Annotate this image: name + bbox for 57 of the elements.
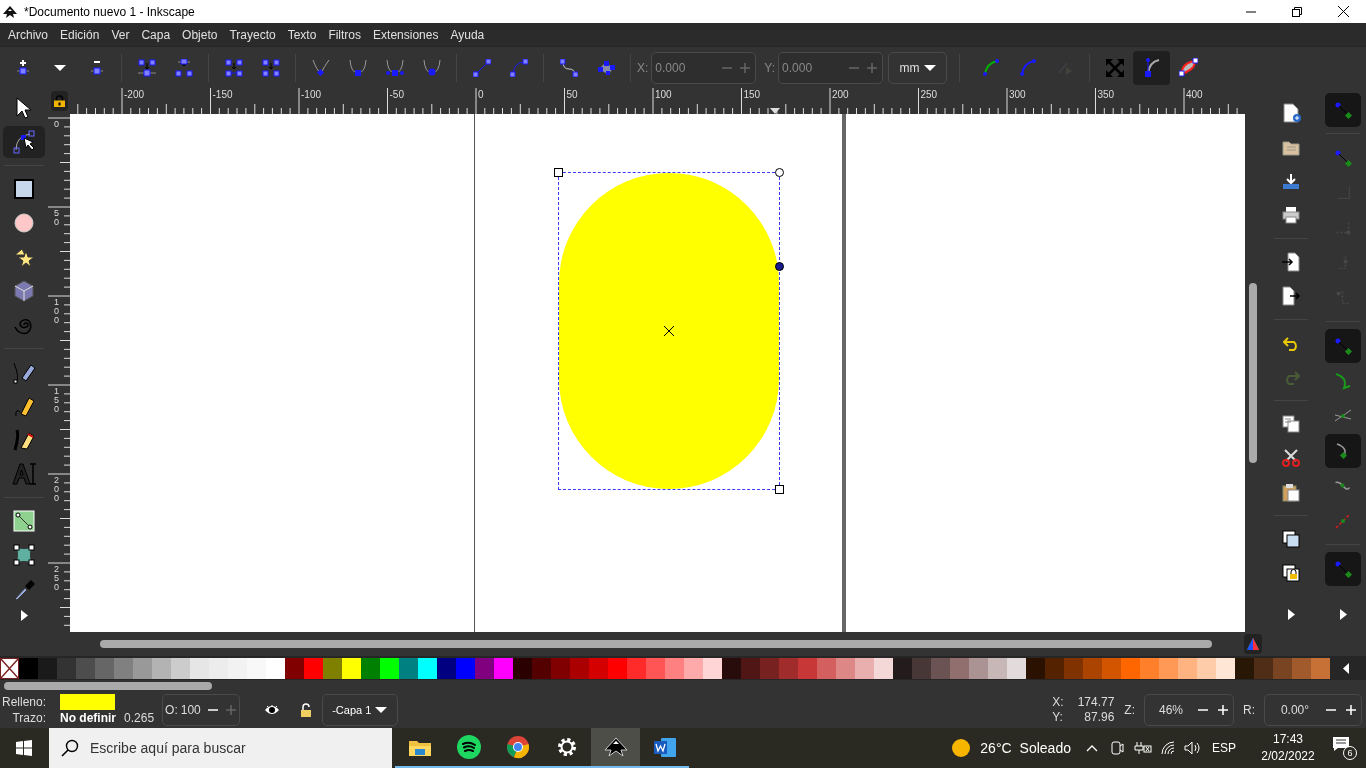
x-field[interactable]: 0.000: [651, 51, 757, 84]
ruler-label: 350: [1097, 89, 1115, 101]
window-title: *Documento nuevo 1 - Inkscape: [24, 3, 195, 21]
coordinate-label: Y:: [1052, 710, 1064, 725]
stroke-width: 0.265: [124, 710, 155, 726]
weather-label: Soleado: [1019, 738, 1071, 758]
y-field[interactable]: 0.000: [778, 51, 884, 84]
ruler-label: 100: [54, 298, 60, 325]
ruler-label: 50: [54, 209, 60, 227]
ruler-label: 250: [920, 89, 938, 101]
ruler-label: -100: [301, 89, 321, 101]
ruler-label: 100: [655, 89, 672, 101]
menu-item[interactable]: Edición: [54, 25, 106, 44]
menu-item[interactable]: Ayuda: [444, 25, 491, 44]
ruler-label: -200: [124, 89, 144, 101]
coordinate-label: X:: [1052, 695, 1064, 710]
stroke-value: No definir: [60, 710, 117, 726]
ruler-label: -50: [389, 89, 404, 101]
language-indicator[interactable]: ESP: [1212, 739, 1236, 757]
search-box[interactable]: Escribe aquí para buscar: [49, 728, 392, 768]
ruler-label: 300: [1009, 89, 1026, 101]
ruler-label: 150: [54, 387, 60, 414]
fill-label: Relleno:: [2, 694, 47, 710]
ruler-label: 0: [54, 120, 60, 129]
ruler-label: 400: [1186, 89, 1203, 101]
unit-dropdown[interactable]: mm: [888, 51, 948, 84]
ruler-label: 250: [54, 565, 60, 592]
ruler-label: 50: [566, 89, 578, 101]
ruler-label: 200: [54, 476, 60, 503]
clock-time[interactable]: 17:43: [1273, 731, 1303, 748]
stroke-label: Trazo:: [11, 710, 47, 726]
zoom-label: Z:: [1124, 702, 1135, 719]
y-label: Y:: [764, 59, 776, 77]
coordinate-value: 87.96: [1083, 710, 1115, 725]
zoom-field[interactable]: 46%: [1144, 694, 1234, 726]
ruler-label: -150: [212, 89, 233, 101]
opacity-field[interactable]: O: 100: [162, 694, 240, 726]
ruler-label: 150: [743, 89, 761, 101]
menu-item[interactable]: Capa: [135, 25, 177, 44]
menu-item[interactable]: Trayecto: [223, 25, 282, 44]
menu-item[interactable]: Extensiones: [367, 25, 445, 44]
notification-count: 6: [1343, 746, 1357, 760]
x-label: X:: [637, 59, 649, 77]
ruler-label: 200: [832, 89, 849, 101]
menu-item[interactable]: Texto: [281, 25, 323, 44]
menu-item[interactable]: Objeto: [176, 25, 224, 44]
coordinate-value: 174.77: [1077, 695, 1115, 710]
clock-date[interactable]: 2/02/2022: [1261, 748, 1315, 765]
rotation-field[interactable]: 0.00°: [1264, 694, 1362, 726]
layer-dropdown[interactable]: -Capa 1: [321, 694, 398, 726]
menu-item[interactable]: Filtros: [322, 25, 368, 44]
temperature: 26°C: [980, 738, 1012, 758]
menu-item[interactable]: Ver: [105, 25, 136, 44]
ruler-label: 0: [478, 89, 484, 101]
search-field[interactable]: Escribe aquí para buscar: [90, 737, 392, 759]
menu-item[interactable]: Archivo: [2, 25, 54, 44]
rotation-label: R:: [1243, 702, 1255, 719]
